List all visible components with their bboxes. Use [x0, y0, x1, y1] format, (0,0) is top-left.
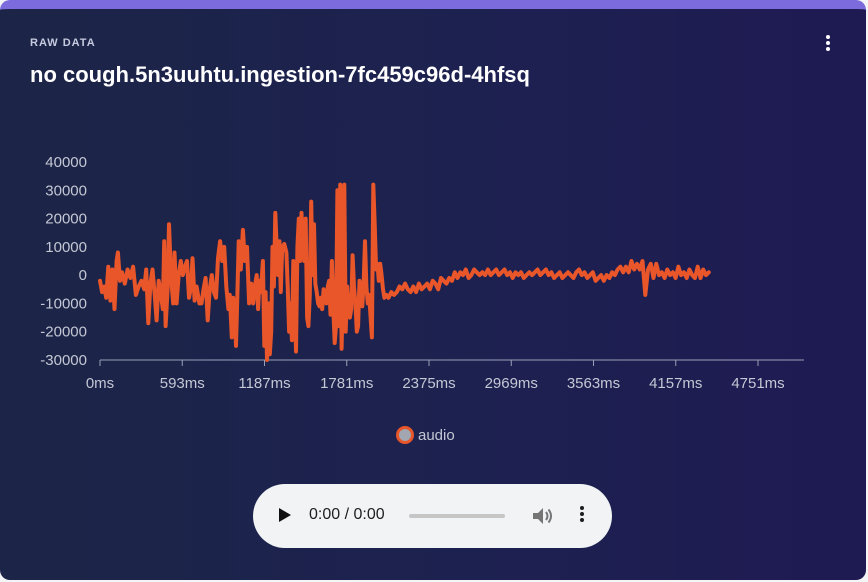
y-tick-label: -30000	[40, 352, 87, 369]
x-tick-label: 1187ms	[238, 375, 290, 392]
raw-data-card: RAW DATA no cough.5n3uuhtu.ingestion-7fc…	[0, 0, 866, 580]
raw-data-chart: 40000 30000 20000 10000 0 -10000 -20000 -30000 0…	[40, 154, 804, 392]
x-tick-label: 4157ms	[649, 375, 702, 392]
audio-player: 0:00 / 0:00	[253, 484, 612, 548]
x-tick-label: 3563ms	[567, 375, 620, 392]
play-icon[interactable]	[279, 508, 291, 522]
player-menu-icon[interactable]	[579, 506, 585, 526]
player-time: 0:00 / 0:00	[309, 506, 385, 523]
legend-item-audio[interactable]: audio	[396, 423, 455, 447]
y-tick-label: 10000	[45, 239, 87, 256]
x-tick-label: 4751ms	[731, 375, 784, 392]
x-tick-label: 593ms	[160, 375, 205, 392]
player-progress-track[interactable]	[409, 514, 505, 518]
card-title: no cough.5n3uuhtu.ingestion-7fc459c96d-4…	[30, 62, 530, 87]
y-tick-label: -10000	[40, 295, 87, 312]
volume-icon[interactable]	[531, 506, 555, 526]
y-tick-label: 40000	[45, 154, 87, 171]
more-vert-icon[interactable]	[820, 35, 836, 53]
x-tick-label: 1781ms	[320, 375, 373, 392]
y-tick-label: 30000	[45, 182, 87, 199]
x-tick-label: 2375ms	[402, 375, 455, 392]
y-tick-label: 0	[79, 267, 87, 284]
x-tick-label: 2969ms	[485, 375, 538, 392]
legend-label: audio	[418, 426, 455, 444]
series-line-audio	[98, 182, 711, 362]
card-eyebrow: RAW DATA	[30, 37, 96, 49]
x-tick-label: 0ms	[86, 375, 114, 392]
y-tick-label: -20000	[40, 324, 87, 341]
y-tick-label: 20000	[45, 211, 87, 228]
legend-swatch	[396, 426, 414, 444]
